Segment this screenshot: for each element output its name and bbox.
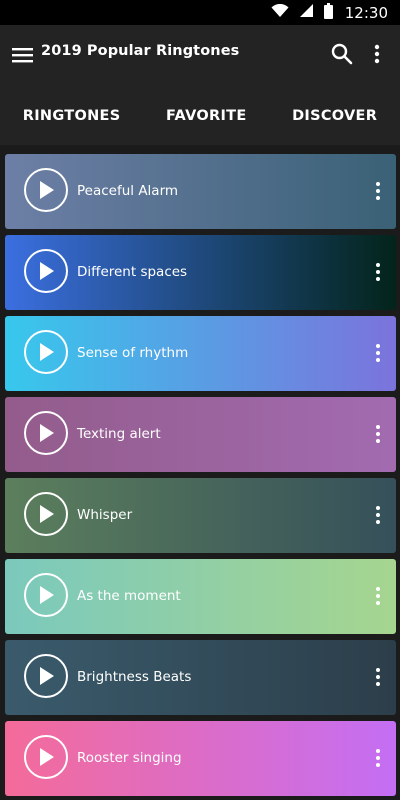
tab-bar: RINGTONES FAVORITE DISCOVER — [0, 95, 400, 137]
ringtone-item[interactable]: Peaceful Alarm — [5, 154, 396, 229]
item-more-icon[interactable] — [368, 503, 388, 527]
item-more-icon[interactable] — [368, 584, 388, 608]
ringtone-title: As the moment — [77, 588, 181, 604]
ringtone-title: Brightness Beats — [77, 669, 192, 685]
ringtone-item[interactable]: Texting alert — [5, 397, 396, 472]
status-time: 12:30 — [344, 3, 388, 22]
play-button[interactable] — [24, 411, 68, 455]
menu-icon[interactable] — [12, 44, 34, 66]
more-vert-icon[interactable] — [365, 42, 389, 66]
search-icon[interactable] — [330, 42, 354, 66]
ringtone-item[interactable]: Brightness Beats — [5, 640, 396, 715]
app-title: 2019 Popular Ringtones — [41, 43, 240, 59]
item-more-icon[interactable] — [368, 665, 388, 689]
wifi-icon — [271, 3, 289, 22]
status-bar: 12:30 — [0, 0, 400, 25]
status-icons: 12:30 — [271, 0, 388, 25]
tab-favorite[interactable]: FAVORITE — [156, 102, 257, 130]
tab-discover[interactable]: DISCOVER — [282, 102, 387, 130]
ringtone-item[interactable]: As the moment — [5, 559, 396, 634]
ringtone-title: Peaceful Alarm — [77, 183, 179, 199]
item-more-icon[interactable] — [368, 341, 388, 365]
ringtone-title: Whisper — [77, 507, 133, 523]
item-more-icon[interactable] — [368, 260, 388, 284]
play-button[interactable] — [24, 492, 68, 536]
play-button[interactable] — [24, 249, 68, 293]
cell-signal-icon — [299, 3, 314, 22]
play-button[interactable] — [24, 735, 68, 779]
app-bar: 2019 Popular Ringtones RINGTONES FAVORIT… — [0, 25, 400, 145]
item-more-icon[interactable] — [368, 179, 388, 203]
ringtone-title: Rooster singing — [77, 750, 182, 766]
ringtone-title: Different spaces — [77, 264, 188, 280]
toolbar: 2019 Popular Ringtones — [0, 25, 400, 85]
play-button[interactable] — [24, 573, 68, 617]
ringtone-item[interactable]: Different spaces — [5, 235, 396, 310]
play-button[interactable] — [24, 654, 68, 698]
play-button[interactable] — [24, 330, 68, 374]
tab-ringtones[interactable]: RINGTONES — [13, 102, 131, 130]
item-more-icon[interactable] — [368, 422, 388, 446]
ringtone-title: Texting alert — [77, 426, 161, 442]
ringtone-item[interactable]: Rooster singing — [5, 721, 396, 796]
ringtone-item[interactable]: Sense of rhythm — [5, 316, 396, 391]
ringtone-item[interactable]: Whisper — [5, 478, 396, 553]
play-button[interactable] — [24, 168, 68, 212]
item-more-icon[interactable] — [368, 746, 388, 770]
ringtone-title: Sense of rhythm — [77, 345, 189, 361]
battery-icon — [323, 2, 333, 23]
